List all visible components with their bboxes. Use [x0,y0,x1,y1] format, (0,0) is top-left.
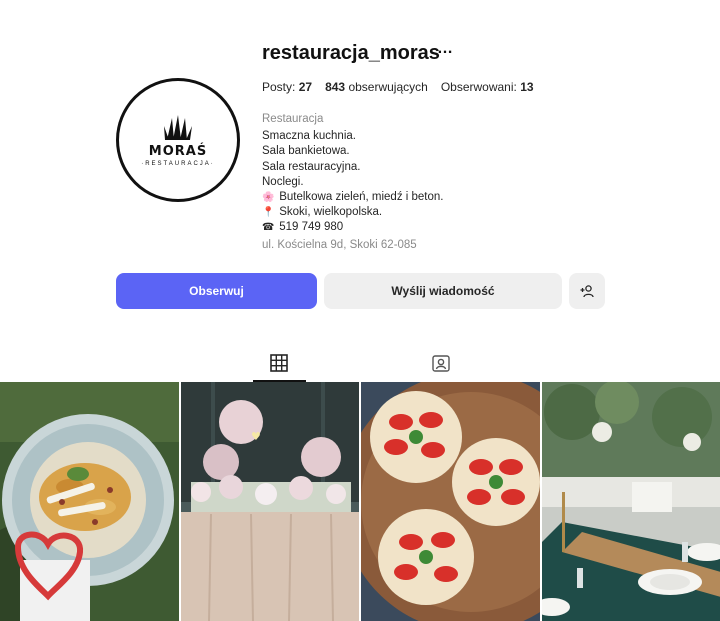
suggest-user-button[interactable] [569,273,605,309]
posts-value: 27 [298,80,313,94]
username: restauracja_moras [262,42,440,64]
bio-phone-line: ☎ 519 749 980 [262,220,444,235]
following-value: 13 [520,80,534,94]
following-count[interactable]: Obserwowani: 13 [441,80,534,94]
post-thumbnail-wedding-table[interactable]: ♥ [180,382,359,621]
bio-line: Sala restauracyjna. [262,160,361,173]
post-thumbnail-strawberry-tarts[interactable] [361,382,540,621]
following-label: Obserwowani: [440,80,517,94]
followers-value: 843 [325,80,346,94]
message-button[interactable]: Wyślij wiadomość [324,273,562,309]
bio-line: Smaczna kuchnia. [262,130,356,143]
tagged-photos-icon[interactable] [431,353,451,373]
bio: Restauracja Smaczna kuchnia. Sala bankie… [262,112,444,253]
post-thumbnail-banquet-hall[interactable] [541,382,720,621]
pin-icon: 📍 [262,207,275,219]
bio-line: Sala bankietowa. [262,145,350,158]
add-user-icon [580,285,594,298]
strawberry-tarts-photo [361,382,540,621]
bio-flower-text: Butelkowa zieleń, miedź i beton. [279,191,444,204]
bio-phone-text: 519 749 980 [279,221,344,234]
profile-tabs [0,345,720,382]
phone-icon: ☎ [262,222,275,234]
bio-line: Noclegi. [262,175,304,188]
posts-count[interactable]: Posty: 27 [262,80,312,94]
bio-flower-line: 🌸 Butelkowa zieleń, miedź i beton. [262,190,444,205]
avatar[interactable]: MORAŚ ·RESTAURACJA· [116,78,240,202]
bio-location-text: Skoki, wielkopolska. [279,206,383,219]
avatar-brand: MORAŚ [148,143,208,159]
neon-sign-text: ♥ [251,430,261,443]
follow-button[interactable]: Obserwuj [116,273,317,309]
more-options-icon[interactable]: … [437,40,453,58]
posts-label: Posty: [262,80,296,94]
profile-header: MORAŚ ·RESTAURACJA· restauracja_moras … … [0,0,720,330]
posts-grid: ♥ [0,382,720,621]
pasta-photo [0,382,179,621]
grass-logo-icon [164,114,192,140]
bio-location-line: 📍 Skoki, wielkopolska. [262,205,444,220]
avatar-subtitle: ·RESTAURACJA· [141,160,215,167]
post-thumbnail-pasta[interactable] [0,382,179,621]
wedding-table-photo: ♥ [180,382,359,621]
followers-label: obserwujących [348,80,428,94]
bio-category: Restauracja [262,113,324,125]
flower-icon: 🌸 [262,192,275,204]
followers-count[interactable]: 843 obserwujących [325,80,428,94]
stats-row: Posty: 27 843 obserwujących Obserwowani:… [262,80,534,94]
posts-grid-icon[interactable] [269,353,289,373]
bio-address[interactable]: ul. Kościelna 9d, Skoki 62-085 [262,238,444,253]
banquet-hall-photo [541,382,720,621]
